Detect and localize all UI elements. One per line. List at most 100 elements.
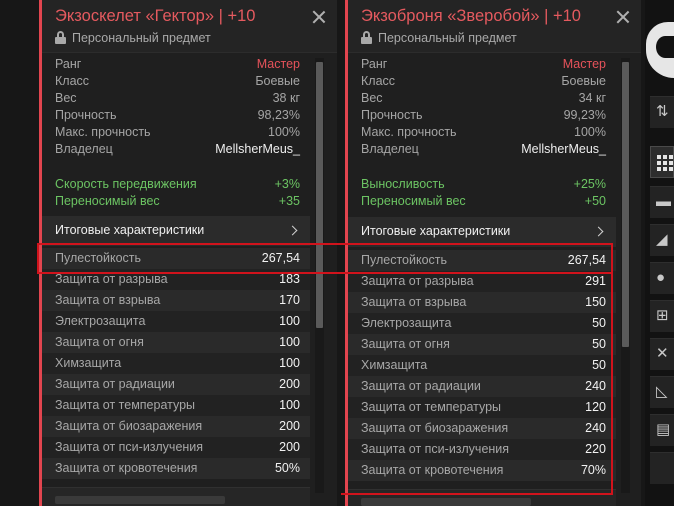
stat-key: Защита от радиации xyxy=(361,379,481,393)
stat-list: Пулестойкость 267,54 Защита от разрыва 183… xyxy=(42,248,310,479)
stat-row: Защита от кровотечения 70% xyxy=(348,460,616,481)
truncated-section-label xyxy=(361,498,531,506)
stat-row-bullet-resistance: Пулестойкость 267,54 xyxy=(348,250,616,271)
close-icon[interactable] xyxy=(311,9,327,25)
owner-value: MellsherMeus_ xyxy=(521,142,606,156)
scrollbar[interactable] xyxy=(621,58,630,493)
stat-row: Защита от радиации 240 xyxy=(348,376,616,397)
item-subtitle: Персональный предмет xyxy=(55,31,211,45)
medicine-tab[interactable]: ⊞ xyxy=(650,300,674,332)
stat-value: 291 xyxy=(585,274,606,288)
misc-tab[interactable] xyxy=(650,452,674,484)
bonus-value: +25% xyxy=(573,177,606,191)
info-section: Ранг Мастер Класс Боевые Вес 38 кг Прочност… xyxy=(42,56,310,158)
stat-row: Защита от температуры 100 xyxy=(42,395,310,416)
info-key: Вес xyxy=(55,91,77,105)
item-tooltip-zveroboy: Экзоброня «Зверобой» | +10 Персональный … xyxy=(345,0,641,506)
item-subtitle: Персональный предмет xyxy=(361,31,517,45)
stat-value: 50 xyxy=(592,358,606,372)
scrollbar[interactable] xyxy=(315,58,324,493)
stat-value: 100 xyxy=(279,314,300,328)
stat-row: Химзащита 100 xyxy=(42,353,310,374)
stat-key: Химзащита xyxy=(361,358,428,372)
stat-row: Защита от температуры 120 xyxy=(348,397,616,418)
containers-tab[interactable]: ▤ xyxy=(650,414,674,446)
sort-button[interactable]: ⇅ xyxy=(650,96,674,128)
owner-value: MellsherMeus_ xyxy=(215,142,300,156)
stat-key: Защита от кровотечения xyxy=(361,463,504,477)
bonus-value: +50 xyxy=(584,194,606,208)
totals-label: Итоговые характеристики xyxy=(55,223,205,237)
stat-key: Защита от радиации xyxy=(55,377,175,391)
rank-value: Мастер xyxy=(256,57,300,71)
weapons-tab[interactable]: ▬ xyxy=(650,186,674,218)
totals-expander[interactable]: Итоговые характеристики xyxy=(42,216,310,246)
bonus-key: Скорость передвижения xyxy=(55,177,197,191)
artifact-icon: ● xyxy=(656,269,666,286)
stat-value: 267,54 xyxy=(567,253,606,267)
stat-value: 267,54 xyxy=(261,251,300,265)
bonus-key: Выносливость xyxy=(361,177,445,191)
stat-row: Защита от биозаражения 240 xyxy=(348,418,616,439)
stat-value: 100 xyxy=(279,356,300,370)
item-tooltip-hector: Экзоскелет «Гектор» | +10 Персональный п… xyxy=(39,0,337,506)
info-value: 99,23% xyxy=(563,108,606,122)
stat-row: Электрозащита 50 xyxy=(348,313,616,334)
scroll-thumb[interactable] xyxy=(316,62,323,328)
stat-row: Химзащита 50 xyxy=(348,355,616,376)
info-value: Боевые xyxy=(561,74,606,88)
info-key: Макс. прочность xyxy=(55,125,151,139)
info-key: Класс xyxy=(361,74,396,88)
blueprints-tab[interactable]: ◺ xyxy=(650,376,674,408)
artifacts-tab[interactable]: ● xyxy=(650,262,674,294)
ruler-icon: ◺ xyxy=(656,383,668,400)
totals-expander[interactable]: Итоговые характеристики xyxy=(348,217,616,247)
next-section-bar xyxy=(348,489,616,506)
stat-row: Защита от пси-излучения 200 xyxy=(42,437,310,458)
stat-value: 100 xyxy=(279,398,300,412)
bonus-value: +3% xyxy=(274,177,300,191)
stat-list: Пулестойкость 267,54 Защита от разрыва 291… xyxy=(348,250,616,481)
attachments-tab[interactable]: ◢ xyxy=(650,224,674,256)
info-key: Класс xyxy=(55,74,90,88)
info-value: 100% xyxy=(268,125,300,139)
info-row-rank: Ранг Мастер xyxy=(361,56,606,73)
info-key: Прочность xyxy=(55,108,117,122)
stat-key: Защита от кровотечения xyxy=(55,461,198,475)
stat-value: 200 xyxy=(279,440,300,454)
stat-row: Защита от биозаражения 200 xyxy=(42,416,310,437)
chevron-right-icon xyxy=(287,225,298,236)
grid-icon xyxy=(657,155,673,171)
close-icon[interactable] xyxy=(615,9,631,25)
all-items-tab[interactable] xyxy=(650,146,674,178)
stat-key: Защита от огня xyxy=(361,337,450,351)
stat-row: Защита от огня 50 xyxy=(348,334,616,355)
stat-key: Защита от температуры xyxy=(55,398,196,412)
bonus-row: Скорость передвижения +3% xyxy=(55,176,300,193)
scroll-thumb[interactable] xyxy=(622,62,629,347)
tools-tab[interactable]: ✕ xyxy=(650,338,674,370)
info-row-max-durability: Макс. прочность 100% xyxy=(55,124,300,141)
lock-icon xyxy=(361,31,372,44)
info-key: Ранг xyxy=(55,57,82,71)
info-row-durability: Прочность 98,23% xyxy=(55,107,300,124)
stat-row: Защита от огня 100 xyxy=(42,332,310,353)
totals-label: Итоговые характеристики xyxy=(361,224,511,238)
info-row-class: Класс Боевые xyxy=(55,73,300,90)
info-value: 34 кг xyxy=(578,91,606,105)
info-row-durability: Прочность 99,23% xyxy=(361,107,606,124)
bonus-row: Выносливость +25% xyxy=(361,176,606,193)
bonus-key: Переносимый вес xyxy=(361,194,466,208)
medkit-icon: ⊞ xyxy=(656,307,669,324)
stat-key: Химзащита xyxy=(55,356,122,370)
info-row-max-durability: Макс. прочность 100% xyxy=(361,124,606,141)
info-section: Ранг Мастер Класс Боевые Вес 34 кг Прочност… xyxy=(348,56,616,158)
tooltip-header: Экзоброня «Зверобой» | +10 Персональный … xyxy=(348,0,641,53)
info-key: Прочность xyxy=(361,108,423,122)
stat-value: 70% xyxy=(580,463,606,477)
info-row-weight: Вес 34 кг xyxy=(361,90,606,107)
stat-value: 50% xyxy=(274,461,300,475)
info-value: 98,23% xyxy=(257,108,300,122)
stat-value: 170 xyxy=(279,293,300,307)
bonus-section: Скорость передвижения +3% Переносимый вес… xyxy=(42,176,310,210)
